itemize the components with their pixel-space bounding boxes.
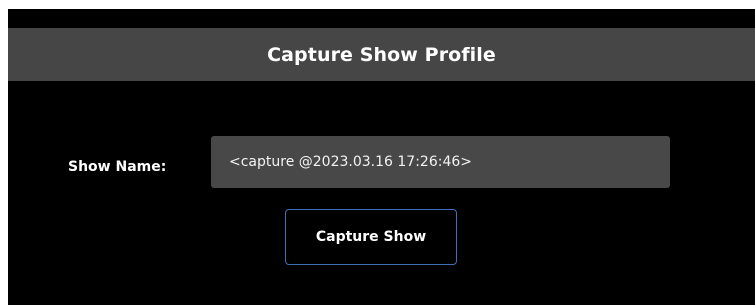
show-name-input[interactable]: [211, 136, 670, 188]
capture-show-profile-dialog: Capture Show Profile Show Name: Capture …: [8, 9, 755, 305]
dialog-title-bar: Capture Show Profile: [8, 28, 755, 81]
show-name-label: Show Name:: [68, 159, 167, 175]
dialog-title: Capture Show Profile: [267, 43, 496, 66]
capture-show-button[interactable]: Capture Show: [285, 209, 457, 265]
